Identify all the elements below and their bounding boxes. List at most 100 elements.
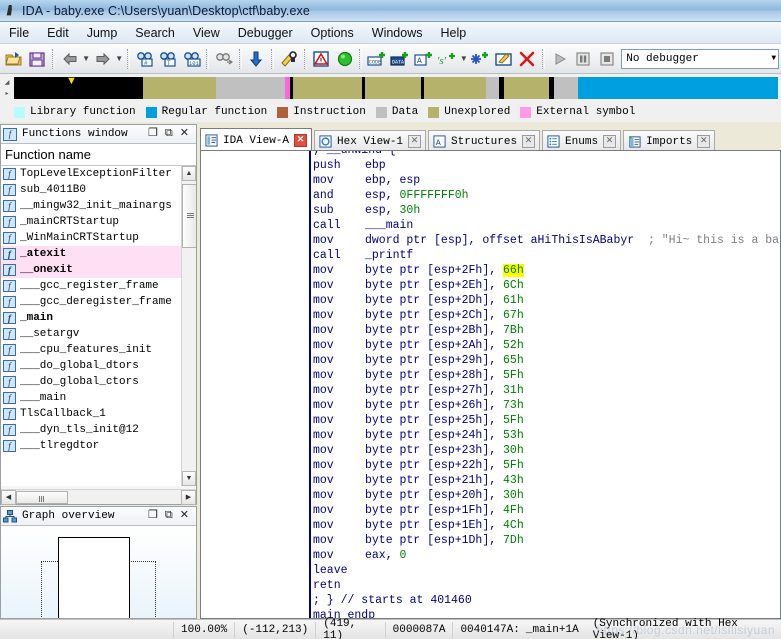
tab-close-icon[interactable]: ✕ [697, 135, 711, 148]
search-next-icon[interactable] [213, 48, 234, 70]
disassembly-content[interactable]: ; __unwind {push ebp mov ebp, esp and esp, 0F… [201, 151, 780, 618]
open-file-icon[interactable] [3, 48, 24, 70]
navigator-band[interactable]: ▼ [14, 76, 778, 99]
edit-function-icon[interactable] [493, 48, 514, 70]
disassembly-instruction-line[interactable]: mov byte ptr [esp+2Ah], 52h [313, 338, 780, 353]
make-data-icon[interactable]: DATA [390, 48, 411, 70]
graph-overview-canvas[interactable] [1, 526, 196, 618]
disassembly-instruction-line[interactable]: mov eax, 0 [313, 548, 780, 563]
tab-structures[interactable]: A Structures ✕ [428, 130, 541, 152]
undefine-icon[interactable] [517, 48, 538, 70]
function-list-item[interactable]: f ___gcc_register_frame [1, 278, 181, 294]
function-list-item[interactable]: f __onexit [1, 262, 181, 278]
jump-to-address-icon[interactable] [246, 48, 267, 70]
menu-item-debugger[interactable]: Debugger [229, 24, 302, 42]
disassembly-instruction-line[interactable]: mov dword ptr [esp], offset aHiThisIsABab… [313, 233, 780, 248]
produce-file-icon[interactable] [278, 48, 299, 70]
disassembly-instruction-line[interactable]: mov byte ptr [esp+2Ch], 67h [313, 308, 780, 323]
debugger-stop-icon[interactable] [596, 48, 617, 70]
disassembly-instruction-line[interactable]: mov byte ptr [esp+21h], 43h [313, 473, 780, 488]
disassembly-instruction-line[interactable]: mov byte ptr [esp+20h], 30h [313, 488, 780, 503]
debugger-select[interactable]: No debugger ▼ [621, 48, 780, 69]
tab-ida-view-a[interactable]: IDA View-A ✕ [200, 128, 313, 152]
menu-item-options[interactable]: Options [302, 24, 363, 42]
menu-item-search[interactable]: Search [126, 24, 184, 42]
search-hex-icon[interactable]: # [134, 48, 155, 70]
disassembly-instruction-line[interactable]: leave [313, 563, 780, 578]
disassembly-instruction-line[interactable]: mov byte ptr [esp+1Eh], 4Ch [313, 518, 780, 533]
scroll-down-arrow-icon[interactable]: ▼ [182, 471, 196, 486]
function-list-item[interactable]: f _main [1, 310, 181, 326]
disassembly-instruction-line[interactable]: mov byte ptr [esp+26h], 73h [313, 398, 780, 413]
disassembly-instruction-line[interactable]: call _printf [313, 248, 780, 263]
disassembly-instruction-line[interactable]: mov byte ptr [esp+1Dh], 7Dh [313, 533, 780, 548]
functions-list-vscrollbar[interactable]: ▲ ▼ [181, 166, 196, 486]
menu-item-edit[interactable]: Edit [38, 24, 78, 42]
tab-close-icon[interactable]: ✕ [294, 134, 308, 147]
scroll-up-arrow-icon[interactable]: ▲ [182, 166, 196, 181]
function-list-item[interactable]: f ___dyn_tls_init@12 [1, 422, 181, 438]
functions-column-header[interactable]: Function name [1, 144, 196, 166]
disassembly-instruction-line[interactable]: mov byte ptr [esp+27h], 31h [313, 383, 780, 398]
disassembly-instruction-line[interactable]: mov byte ptr [esp+2Eh], 6Ch [313, 278, 780, 293]
disassembly-partial-line[interactable]: ; __unwind { [313, 151, 780, 158]
warning-icon[interactable] [311, 48, 332, 70]
function-list-item[interactable]: f ___do_global_dtors [1, 358, 181, 374]
tab-hex-view-1[interactable]: Hex View-1 ✕ [314, 130, 427, 152]
restore-icon[interactable]: ⧉ [165, 128, 173, 140]
maximize-icon[interactable]: ❐ [148, 128, 158, 140]
disassembly-instruction-line[interactable]: mov byte ptr [esp+2Dh], 61h [313, 293, 780, 308]
search-immediate-icon[interactable]: 101 [181, 48, 202, 70]
navigate-forward-icon[interactable] [92, 48, 113, 70]
navigate-back-icon[interactable] [59, 48, 80, 70]
navigate-back-dropdown-icon[interactable]: ▼ [81, 54, 91, 63]
disassembly-instruction-line[interactable]: mov byte ptr [esp+2Fh], 66h [313, 263, 780, 278]
navband-zoom-ticks[interactable]: ◢ ▸ [0, 77, 14, 99]
restore-icon[interactable]: ⧉ [165, 510, 173, 522]
menu-item-windows[interactable]: Windows [363, 24, 432, 42]
disassembly-instruction-line[interactable]: mov byte ptr [esp+22h], 5Fh [313, 458, 780, 473]
function-list-item[interactable]: f __setargv [1, 326, 181, 342]
make-code-icon[interactable]: CODE [366, 48, 387, 70]
tab-close-icon[interactable]: ✕ [408, 135, 422, 148]
menu-item-jump[interactable]: Jump [78, 24, 127, 42]
disassembly-instruction-line[interactable]: call ___main [313, 218, 780, 233]
make-string-icon[interactable]: 's' [437, 48, 458, 70]
function-list-item[interactable]: f ___main [1, 390, 181, 406]
disassembly-instruction-line[interactable]: mov byte ptr [esp+23h], 30h [313, 443, 780, 458]
disassembly-instruction-line[interactable]: retn [313, 578, 780, 593]
function-list-item[interactable]: f TopLevelExceptionFilter [1, 166, 181, 182]
chevron-down-icon[interactable]: ▼ [771, 54, 776, 63]
tab-close-icon[interactable]: ✕ [522, 135, 536, 148]
tab-imports[interactable]: Imports ✕ [623, 130, 716, 152]
close-icon[interactable]: ✕ [180, 128, 189, 140]
menu-item-file[interactable]: File [0, 24, 38, 42]
tab-close-icon[interactable]: ✕ [603, 135, 617, 148]
maximize-icon[interactable]: ❐ [148, 510, 158, 522]
disassembly-instruction-line[interactable]: mov byte ptr [esp+2Bh], 7Bh [313, 323, 780, 338]
disassembly-instruction-line[interactable]: mov byte ptr [esp+25h], 5Fh [313, 413, 780, 428]
tab-enums[interactable]: Enums ✕ [542, 130, 622, 152]
menu-item-view[interactable]: View [184, 24, 229, 42]
scroll-thumb[interactable] [182, 184, 196, 248]
function-list-item[interactable]: f _atexit [1, 246, 181, 262]
disassembly-instruction-line[interactable]: mov byte ptr [esp+29h], 65h [313, 353, 780, 368]
disassembly-instruction-line[interactable]: mov ebp, esp [313, 173, 780, 188]
make-string-dropdown-icon[interactable]: ▼ [459, 54, 469, 63]
search-text-icon[interactable]: T [158, 48, 179, 70]
functions-list[interactable]: f TopLevelExceptionFilter f sub_4011B0 f __mi… [1, 166, 196, 486]
function-list-item[interactable]: f ___gcc_deregister_frame [1, 294, 181, 310]
run-to-cursor-icon[interactable] [334, 48, 355, 70]
disassembly-instruction-line[interactable]: mov byte ptr [esp+28h], 5Fh [313, 368, 780, 383]
debugger-run-icon[interactable] [549, 48, 570, 70]
menu-item-help[interactable]: Help [431, 24, 475, 42]
disassembly-instruction-line[interactable]: mov byte ptr [esp+1Fh], 4Fh [313, 503, 780, 518]
functions-list-hscrollbar[interactable]: ◀ ▶ [1, 489, 196, 505]
disassembly-instruction-line[interactable]: and esp, 0FFFFFFF0h [313, 188, 780, 203]
make-struct-icon[interactable] [470, 48, 491, 70]
scroll-right-arrow-icon[interactable]: ▶ [181, 489, 196, 505]
navigate-forward-dropdown-icon[interactable]: ▼ [114, 54, 124, 63]
disassembly-partial-line[interactable]: main endp [313, 608, 780, 618]
function-list-item[interactable]: f ___cpu_features_init [1, 342, 181, 358]
scroll-left-arrow-icon[interactable]: ◀ [1, 489, 16, 505]
